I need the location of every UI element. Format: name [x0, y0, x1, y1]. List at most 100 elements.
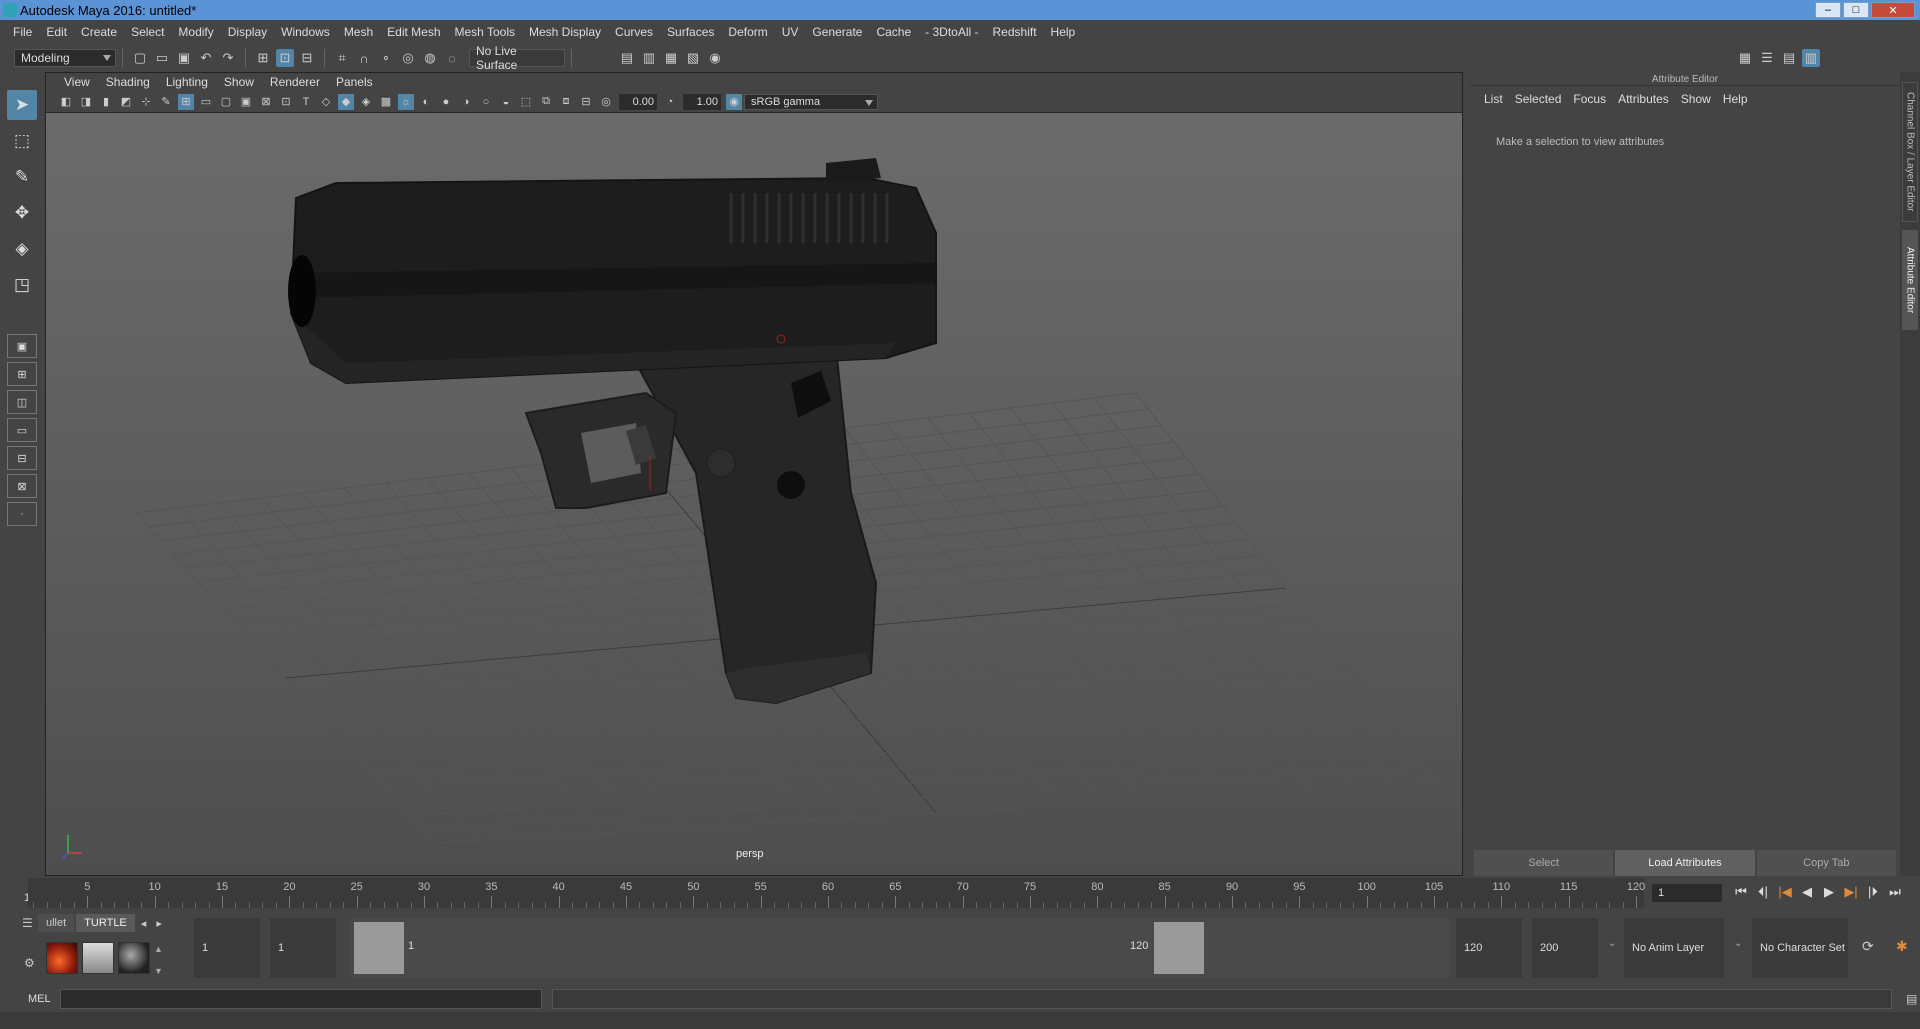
animation-prefs-icon[interactable]: ✱	[1896, 938, 1908, 955]
rotate-tool-icon[interactable]: ◈	[7, 234, 37, 264]
isolate-select-icon[interactable]: ⬚	[518, 94, 534, 110]
go-to-start-icon[interactable]: ⏮	[1730, 884, 1752, 900]
anti-aliasing-icon[interactable]: ○	[478, 94, 494, 110]
channel-box-icon[interactable]: ▥	[1802, 49, 1820, 67]
render-sequence-icon[interactable]: ▥	[640, 49, 658, 67]
playback-end-field[interactable]: 120	[1456, 918, 1522, 978]
pistol-model[interactable]	[288, 158, 937, 705]
gamma-field[interactable]: 1.00	[683, 93, 721, 110]
vp-menu-panels[interactable]: Panels	[328, 75, 381, 89]
turtle-sphere-icon[interactable]	[118, 942, 150, 974]
wireframe-on-shaded-icon[interactable]: ◈	[358, 94, 374, 110]
snap-grid-icon[interactable]: ⌗	[333, 49, 351, 67]
undo-icon[interactable]: ↶	[197, 49, 215, 67]
xray-joints-icon[interactable]: ⧈	[558, 94, 574, 110]
select-camera-icon[interactable]: ◧	[58, 94, 74, 110]
colorspace-dropdown[interactable]: sRGB gamma	[744, 93, 878, 110]
current-frame-field[interactable]: 1	[1652, 884, 1722, 902]
use-all-lights-icon[interactable]: ☼	[398, 93, 414, 110]
ae-select-button[interactable]: Select	[1474, 850, 1614, 876]
shelf-scroll-right-icon[interactable]: ▸	[152, 914, 166, 932]
layout-hypershade-icon[interactable]: ⊠	[7, 474, 37, 498]
range-bar[interactable]: 1 120	[350, 918, 1450, 978]
hypershade-icon[interactable]: ◉	[706, 49, 724, 67]
render-settings-icon[interactable]: ▧	[684, 49, 702, 67]
menu-modify[interactable]: Modify	[171, 25, 220, 39]
color-management-icon[interactable]: ◉	[726, 93, 742, 110]
open-scene-icon[interactable]: ▭	[153, 49, 171, 67]
move-tool-icon[interactable]: ✥	[7, 198, 37, 228]
layout-custom-icon[interactable]: ·	[7, 502, 37, 526]
layout-four-icon[interactable]: ⊞	[7, 362, 37, 386]
menu-file[interactable]: File	[6, 25, 39, 39]
camera-attributes-icon[interactable]: ◨	[78, 94, 94, 110]
command-input[interactable]	[60, 989, 542, 1009]
safe-action-icon[interactable]: ⊡	[278, 94, 294, 110]
ae-menu-selected[interactable]: Selected	[1509, 92, 1568, 106]
menu-3dtoall[interactable]: - 3DtoAll -	[918, 25, 985, 39]
maximize-button[interactable]: □	[1843, 2, 1869, 18]
layout-outliner-icon[interactable]: ▭	[7, 418, 37, 442]
wireframe-icon[interactable]: ◇	[318, 94, 334, 110]
minimize-button[interactable]: –	[1815, 2, 1841, 18]
paint-select-icon[interactable]: ✎	[7, 162, 37, 192]
lasso-tool-icon[interactable]: ⬚	[7, 126, 37, 156]
select-tool-icon[interactable]: ➤	[7, 90, 37, 120]
script-editor-icon[interactable]: ▤	[1906, 992, 1917, 1006]
snap-view-icon[interactable]: ◎	[399, 49, 417, 67]
field-chart-icon[interactable]: ⊠	[258, 94, 274, 110]
cmd-language-label[interactable]: MEL	[0, 993, 60, 1005]
new-scene-icon[interactable]: ▢	[131, 49, 149, 67]
menu-display[interactable]: Display	[221, 25, 274, 39]
outliner-icon[interactable]: ☰	[1758, 49, 1776, 67]
step-back-key-icon[interactable]: |◀	[1774, 884, 1796, 900]
close-button[interactable]: ✕	[1871, 2, 1915, 18]
menu-generate[interactable]: Generate	[805, 25, 869, 39]
menu-edit-mesh[interactable]: Edit Mesh	[380, 25, 447, 39]
shelf-settings-icon[interactable]: ⚙	[24, 956, 35, 970]
shelf-scroll-left-icon[interactable]: ◂	[137, 914, 151, 932]
resolution-gate-icon[interactable]: ▢	[218, 94, 234, 110]
play-backwards-icon[interactable]: ◀	[1796, 884, 1818, 900]
step-back-frame-icon[interactable]: ⏴|	[1752, 884, 1774, 900]
go-to-end-icon[interactable]: ⏭	[1884, 884, 1906, 900]
chevron-down-icon[interactable]: ⌄	[1608, 938, 1616, 949]
motion-blur-icon[interactable]: ◑	[458, 94, 474, 110]
textured-icon[interactable]: ▩	[378, 94, 394, 110]
menu-redshift[interactable]: Redshift	[986, 25, 1044, 39]
character-set-field[interactable]: No Character Set	[1752, 918, 1848, 978]
image-plane-icon[interactable]: ◩	[118, 94, 134, 110]
menu-surfaces[interactable]: Surfaces	[660, 25, 721, 39]
safe-title-icon[interactable]: T	[298, 94, 314, 110]
menu-help[interactable]: Help	[1044, 25, 1083, 39]
timeline-ruler[interactable]: 5 10 15 20 25 30 35 40 45 50 55 60 65 70 75 80 85 90 95 100…	[28, 878, 1645, 908]
chevron-down-icon[interactable]: ⌄	[1734, 938, 1742, 949]
vp-menu-lighting[interactable]: Lighting	[158, 75, 216, 89]
menu-curves[interactable]: Curves	[608, 25, 660, 39]
ae-menu-attributes[interactable]: Attributes	[1612, 92, 1675, 106]
3d-viewport[interactable]: persp	[46, 113, 1462, 875]
grease-pencil-icon[interactable]: ✎	[158, 94, 174, 110]
exposure-field[interactable]: 0.00	[619, 93, 657, 110]
tool-settings-icon[interactable]: ▤	[1780, 49, 1798, 67]
animation-start-field[interactable]: 1	[194, 918, 260, 978]
layout-single-icon[interactable]: ▣	[7, 334, 37, 358]
snap-surface-icon[interactable]: ◍	[421, 49, 439, 67]
screen-space-ao-icon[interactable]: ●	[438, 94, 454, 110]
menu-deform[interactable]: Deform	[721, 25, 774, 39]
anim-layer-field[interactable]: No Anim Layer	[1624, 918, 1724, 978]
step-forward-frame-icon[interactable]: |⏵	[1862, 884, 1884, 900]
playback-start-field[interactable]: 1	[270, 918, 336, 978]
select-component-icon[interactable]: ⊟	[298, 49, 316, 67]
make-live-icon[interactable]: ◌	[443, 49, 461, 67]
ae-menu-list[interactable]: List	[1478, 92, 1509, 106]
ae-menu-focus[interactable]: Focus	[1567, 92, 1612, 106]
auto-key-icon[interactable]: ⟳	[1862, 938, 1874, 955]
menu-cache[interactable]: Cache	[869, 25, 918, 39]
shelf-tab-bullet[interactable]: ullet	[38, 914, 75, 932]
bookmark-icon[interactable]: ▮	[98, 94, 114, 110]
grid-icon[interactable]: ⊞	[178, 93, 194, 110]
menu-windows[interactable]: Windows	[274, 25, 337, 39]
range-end-handle[interactable]	[1154, 922, 1204, 974]
menuset-dropdown[interactable]: Modeling	[14, 49, 116, 67]
